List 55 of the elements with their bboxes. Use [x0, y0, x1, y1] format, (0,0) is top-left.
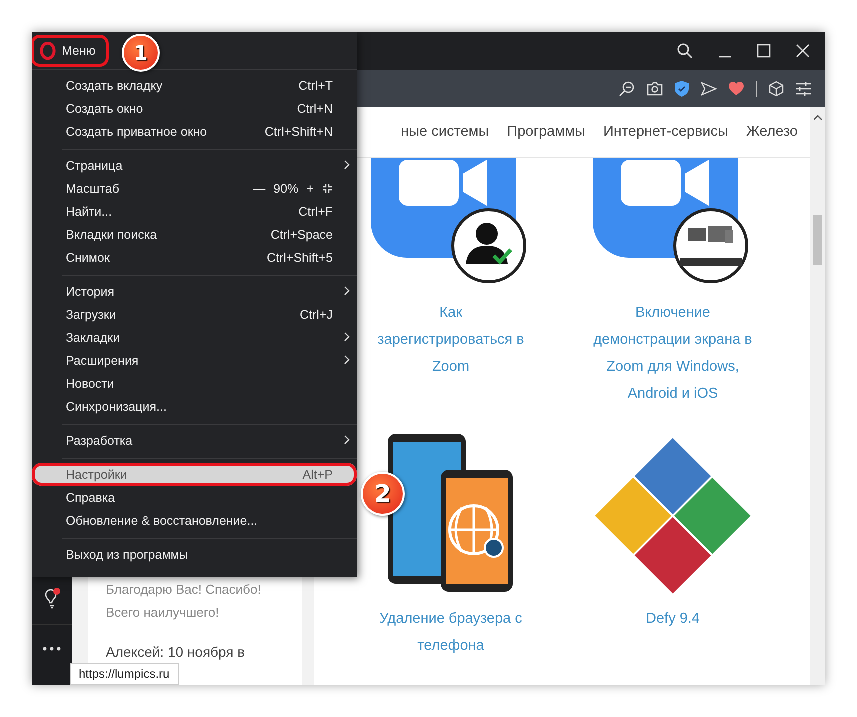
- nav-link[interactable]: Железо: [746, 124, 798, 140]
- fullscreen-icon[interactable]: [322, 183, 333, 194]
- shield-icon[interactable]: [675, 80, 689, 96]
- comment-text: Благодарю Вас! Спасибо!: [106, 582, 262, 597]
- article-title-link[interactable]: Удаление браузера с телефона: [371, 606, 531, 660]
- chevron-right-icon: [344, 286, 350, 296]
- chevron-right-icon: [344, 332, 350, 342]
- send-icon[interactable]: [701, 82, 717, 96]
- camera-icon[interactable]: [647, 81, 663, 96]
- menu-item[interactable]: Страница: [32, 154, 357, 177]
- menu-item[interactable]: Создать вкладку Ctrl+T: [32, 74, 357, 97]
- scrollbar-thumb[interactable]: [813, 215, 822, 265]
- zoom-out-button[interactable]: —: [253, 182, 266, 196]
- menu-item[interactable]: Справка: [32, 486, 357, 509]
- nav-link[interactable]: ные системы: [401, 124, 490, 140]
- chevron-right-icon: [344, 435, 350, 445]
- menu-item[interactable]: Синхронизация...: [32, 395, 357, 418]
- menu-item[interactable]: Загрузки Ctrl+J: [32, 303, 357, 326]
- menu-item[interactable]: Масштаб — 90% +: [32, 177, 357, 200]
- sliders-icon[interactable]: [796, 82, 811, 96]
- nav-link[interactable]: Программы: [507, 124, 586, 140]
- cube-icon[interactable]: [769, 80, 784, 96]
- menu-item[interactable]: Расширения: [32, 349, 357, 372]
- heart-icon[interactable]: [729, 82, 744, 96]
- menu-item[interactable]: Вкладки поиска Ctrl+Space: [32, 223, 357, 246]
- menu-item[interactable]: Найти... Ctrl+F: [32, 200, 357, 223]
- search-icon[interactable]: [677, 43, 693, 59]
- comment-text: Алексей: 10 ноября в: [106, 644, 246, 660]
- zoom-value: 90%: [274, 182, 299, 196]
- menu-item[interactable]: Создать приватное окно Ctrl+Shift+N: [32, 120, 357, 143]
- scroll-up-icon[interactable]: [814, 115, 822, 120]
- menu-item[interactable]: Создать окно Ctrl+N: [32, 97, 357, 120]
- menu-item[interactable]: История: [32, 280, 357, 303]
- menu-item[interactable]: Новости: [32, 372, 357, 395]
- menu-item[interactable]: Снимок Ctrl+Shift+5: [32, 246, 357, 269]
- o-logo-icon: [40, 42, 56, 60]
- status-url: https://lumpics.ru: [70, 663, 179, 685]
- chevron-right-icon: [344, 160, 350, 170]
- zoom-in-button[interactable]: +: [306, 182, 314, 196]
- article-title-link[interactable]: Как зарегистрироваться в Zoom: [371, 300, 531, 381]
- article-title-link[interactable]: Defy 9.4: [593, 606, 753, 633]
- menu-button[interactable]: Меню: [34, 38, 106, 64]
- menu-item[interactable]: Выход из программы: [32, 543, 357, 566]
- more-icon[interactable]: [43, 647, 61, 651]
- nav-link[interactable]: Интернет-сервисы: [603, 124, 728, 140]
- maximize-icon[interactable]: [757, 44, 771, 58]
- close-icon[interactable]: [796, 44, 810, 58]
- menu-item[interactable]: Обновление & восстановление...: [32, 509, 357, 532]
- menu-item[interactable]: Закладки: [32, 326, 357, 349]
- comment-text: Всего наилучшего!: [106, 605, 220, 620]
- menu-item[interactable]: Настройки Alt+P: [32, 463, 357, 486]
- chevron-right-icon: [344, 355, 350, 365]
- zoom-out-icon[interactable]: [619, 80, 635, 96]
- menu-item[interactable]: Разработка: [32, 429, 357, 452]
- article-title-link[interactable]: Включение демонстрации экрана в Zoom для Windows, Android и iOS: [593, 300, 753, 408]
